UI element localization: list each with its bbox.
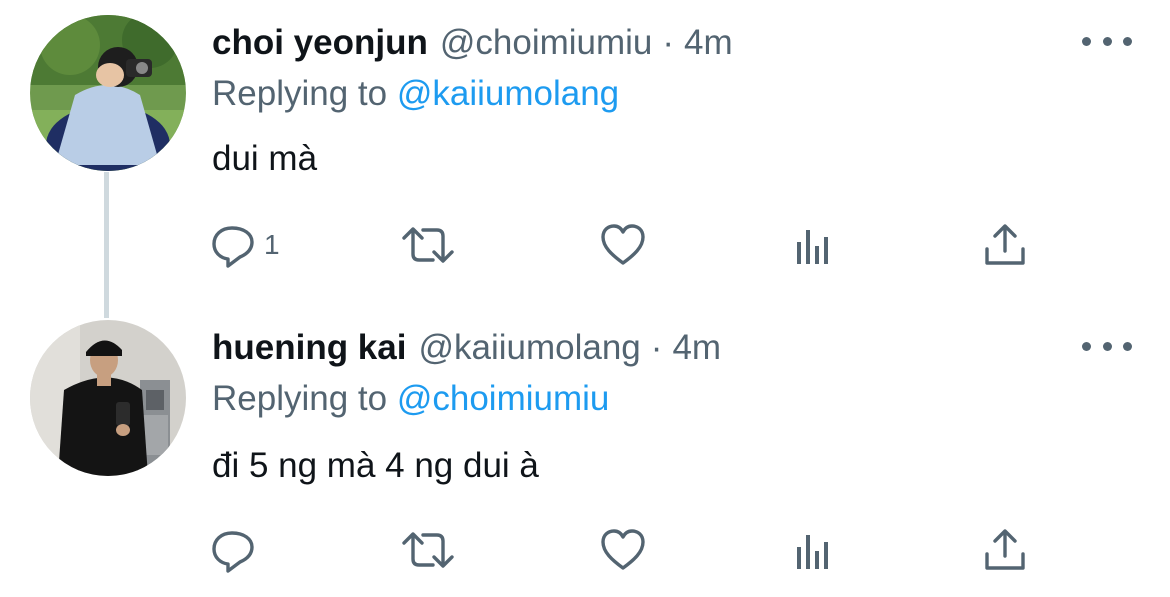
more-icon[interactable] [1082,26,1132,56]
display-name[interactable]: huening kai [212,323,406,373]
like-button[interactable] [598,520,648,580]
reply-button[interactable]: 1 [208,215,280,275]
tweet-actions [208,520,1048,580]
avatar[interactable] [30,15,186,171]
reply-mention-link[interactable]: @kaiiumolang [397,74,619,113]
replying-to-line: Replying to @kaiiumolang [212,69,619,119]
user-handle[interactable]: @choimiumiu [440,18,653,68]
retweet-button[interactable] [400,520,456,580]
like-icon [601,529,645,570]
more-icon[interactable] [1082,331,1132,361]
tweet-header: choi yeonjun @choimiumiu · 4m [212,18,733,68]
share-button[interactable] [980,215,1030,275]
replying-to-line: Replying to @choimiumiu [212,374,609,424]
retweet-icon [402,227,454,263]
like-button[interactable] [598,215,648,275]
share-button[interactable] [980,520,1030,580]
analytics-icon [797,535,828,569]
retweet-button[interactable] [400,215,456,275]
avatar-photo-icon [30,320,186,476]
analytics-button[interactable] [791,215,835,275]
header-separator: · [662,23,675,62]
reply-count: 1 [264,229,280,260]
replying-to-label: Replying to [212,379,388,418]
share-icon [985,224,1025,265]
like-icon [601,224,645,265]
tweet-actions: 1 [208,215,1048,275]
timestamp[interactable]: 4m [672,323,721,373]
avatar-photo-icon [30,15,186,171]
analytics-icon [797,230,828,264]
replying-to-label: Replying to [212,74,388,113]
retweet-icon [402,532,454,568]
share-icon [985,529,1025,570]
tweet-text: dui mà [212,139,318,178]
reply-icon [212,531,254,573]
display-name[interactable]: choi yeonjun [212,18,428,68]
user-handle[interactable]: @kaiiumolang [418,323,640,373]
tweet-text: đi 5 ng mà 4 ng dui à [212,446,539,485]
reply-button[interactable] [208,520,264,580]
tweet-header: huening kai @kaiiumolang · 4m [212,323,721,373]
analytics-button[interactable] [791,520,835,580]
reply-mention-link[interactable]: @choimiumiu [397,379,610,418]
thread-connector-line [104,172,109,318]
timestamp[interactable]: 4m [684,18,733,68]
reply-icon [212,226,254,268]
avatar[interactable] [30,320,186,476]
header-separator: · [650,328,663,367]
